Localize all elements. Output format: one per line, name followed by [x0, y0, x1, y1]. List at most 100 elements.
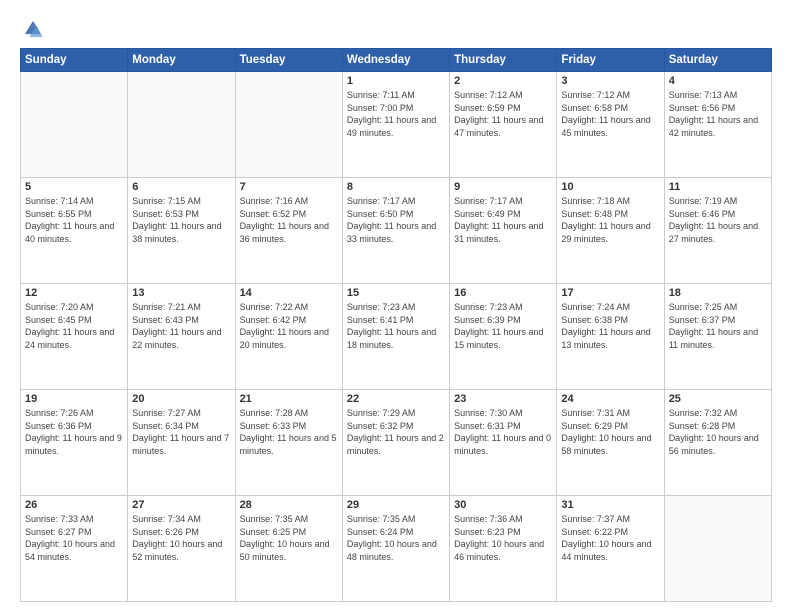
day-number: 8 [347, 181, 445, 193]
day-info: Sunrise: 7:34 AM Sunset: 6:26 PM Dayligh… [132, 513, 230, 563]
calendar-cell: 11 Sunrise: 7:19 AM Sunset: 6:46 PM Dayli… [664, 178, 771, 284]
calendar-cell: 4 Sunrise: 7:13 AM Sunset: 6:56 PM Daylig… [664, 72, 771, 178]
calendar-week-5: 26 Sunrise: 7:33 AM Sunset: 6:27 PM Dayli… [21, 496, 772, 602]
calendar-table: SundayMondayTuesdayWednesdayThursdayFrid… [20, 48, 772, 602]
day-number: 31 [561, 499, 659, 511]
day-number: 23 [454, 393, 552, 405]
day-number: 11 [669, 181, 767, 193]
day-number: 29 [347, 499, 445, 511]
day-number: 6 [132, 181, 230, 193]
day-header-friday: Friday [557, 49, 664, 72]
day-info: Sunrise: 7:32 AM Sunset: 6:28 PM Dayligh… [669, 407, 767, 457]
day-info: Sunrise: 7:33 AM Sunset: 6:27 PM Dayligh… [25, 513, 123, 563]
day-info: Sunrise: 7:17 AM Sunset: 6:49 PM Dayligh… [454, 195, 552, 245]
day-number: 12 [25, 287, 123, 299]
day-info: Sunrise: 7:20 AM Sunset: 6:45 PM Dayligh… [25, 301, 123, 351]
day-info: Sunrise: 7:25 AM Sunset: 6:37 PM Dayligh… [669, 301, 767, 351]
day-number: 26 [25, 499, 123, 511]
calendar-cell [235, 72, 342, 178]
day-info: Sunrise: 7:11 AM Sunset: 7:00 PM Dayligh… [347, 89, 445, 139]
day-number: 22 [347, 393, 445, 405]
day-info: Sunrise: 7:17 AM Sunset: 6:50 PM Dayligh… [347, 195, 445, 245]
calendar-cell: 30 Sunrise: 7:36 AM Sunset: 6:23 PM Dayli… [450, 496, 557, 602]
calendar-cell [128, 72, 235, 178]
day-number: 21 [240, 393, 338, 405]
calendar-cell [21, 72, 128, 178]
day-info: Sunrise: 7:19 AM Sunset: 6:46 PM Dayligh… [669, 195, 767, 245]
calendar-cell: 10 Sunrise: 7:18 AM Sunset: 6:48 PM Dayli… [557, 178, 664, 284]
calendar-week-1: 1 Sunrise: 7:11 AM Sunset: 7:00 PM Daylig… [21, 72, 772, 178]
calendar-cell [664, 496, 771, 602]
calendar-header-row: SundayMondayTuesdayWednesdayThursdayFrid… [21, 49, 772, 72]
calendar-cell: 13 Sunrise: 7:21 AM Sunset: 6:43 PM Dayli… [128, 284, 235, 390]
day-info: Sunrise: 7:35 AM Sunset: 6:25 PM Dayligh… [240, 513, 338, 563]
day-info: Sunrise: 7:27 AM Sunset: 6:34 PM Dayligh… [132, 407, 230, 457]
calendar-cell: 12 Sunrise: 7:20 AM Sunset: 6:45 PM Dayli… [21, 284, 128, 390]
calendar-cell: 25 Sunrise: 7:32 AM Sunset: 6:28 PM Dayli… [664, 390, 771, 496]
day-number: 28 [240, 499, 338, 511]
day-info: Sunrise: 7:23 AM Sunset: 6:41 PM Dayligh… [347, 301, 445, 351]
calendar-cell: 27 Sunrise: 7:34 AM Sunset: 6:26 PM Dayli… [128, 496, 235, 602]
day-number: 13 [132, 287, 230, 299]
calendar-cell: 28 Sunrise: 7:35 AM Sunset: 6:25 PM Dayli… [235, 496, 342, 602]
day-info: Sunrise: 7:37 AM Sunset: 6:22 PM Dayligh… [561, 513, 659, 563]
calendar-cell: 17 Sunrise: 7:24 AM Sunset: 6:38 PM Dayli… [557, 284, 664, 390]
day-number: 25 [669, 393, 767, 405]
day-header-sunday: Sunday [21, 49, 128, 72]
calendar-cell: 16 Sunrise: 7:23 AM Sunset: 6:39 PM Dayli… [450, 284, 557, 390]
day-info: Sunrise: 7:24 AM Sunset: 6:38 PM Dayligh… [561, 301, 659, 351]
day-header-thursday: Thursday [450, 49, 557, 72]
calendar-cell: 6 Sunrise: 7:15 AM Sunset: 6:53 PM Daylig… [128, 178, 235, 284]
day-info: Sunrise: 7:23 AM Sunset: 6:39 PM Dayligh… [454, 301, 552, 351]
calendar-cell: 2 Sunrise: 7:12 AM Sunset: 6:59 PM Daylig… [450, 72, 557, 178]
day-number: 16 [454, 287, 552, 299]
day-number: 9 [454, 181, 552, 193]
day-number: 10 [561, 181, 659, 193]
day-info: Sunrise: 7:30 AM Sunset: 6:31 PM Dayligh… [454, 407, 552, 457]
page: SundayMondayTuesdayWednesdayThursdayFrid… [0, 0, 792, 612]
day-info: Sunrise: 7:15 AM Sunset: 6:53 PM Dayligh… [132, 195, 230, 245]
logo [20, 18, 44, 40]
calendar-cell: 29 Sunrise: 7:35 AM Sunset: 6:24 PM Dayli… [342, 496, 449, 602]
calendar-week-4: 19Sunrise: 7:26 AM Sunset: 6:36 PM Dayli… [21, 390, 772, 496]
day-number: 27 [132, 499, 230, 511]
calendar-week-2: 5Sunrise: 7:14 AM Sunset: 6:55 PM Daylig… [21, 178, 772, 284]
day-number: 7 [240, 181, 338, 193]
day-number: 2 [454, 75, 552, 87]
calendar-cell: 8 Sunrise: 7:17 AM Sunset: 6:50 PM Daylig… [342, 178, 449, 284]
day-info: Sunrise: 7:36 AM Sunset: 6:23 PM Dayligh… [454, 513, 552, 563]
calendar-cell: 22Sunrise: 7:29 AM Sunset: 6:32 PM Dayli… [342, 390, 449, 496]
day-number: 17 [561, 287, 659, 299]
day-header-monday: Monday [128, 49, 235, 72]
day-info: Sunrise: 7:18 AM Sunset: 6:48 PM Dayligh… [561, 195, 659, 245]
calendar-cell: 24 Sunrise: 7:31 AM Sunset: 6:29 PM Dayli… [557, 390, 664, 496]
day-info: Sunrise: 7:13 AM Sunset: 6:56 PM Dayligh… [669, 89, 767, 139]
day-header-tuesday: Tuesday [235, 49, 342, 72]
calendar-cell: 31 Sunrise: 7:37 AM Sunset: 6:22 PM Dayli… [557, 496, 664, 602]
day-info: Sunrise: 7:12 AM Sunset: 6:59 PM Dayligh… [454, 89, 552, 139]
calendar-cell: 23 Sunrise: 7:30 AM Sunset: 6:31 PM Dayli… [450, 390, 557, 496]
day-number: 24 [561, 393, 659, 405]
day-number: 1 [347, 75, 445, 87]
day-info: Sunrise: 7:12 AM Sunset: 6:58 PM Dayligh… [561, 89, 659, 139]
day-info: Sunrise: 7:16 AM Sunset: 6:52 PM Dayligh… [240, 195, 338, 245]
day-number: 4 [669, 75, 767, 87]
day-info: Sunrise: 7:21 AM Sunset: 6:43 PM Dayligh… [132, 301, 230, 351]
day-number: 5 [25, 181, 123, 193]
calendar-cell: 20Sunrise: 7:27 AM Sunset: 6:34 PM Dayli… [128, 390, 235, 496]
day-info: Sunrise: 7:22 AM Sunset: 6:42 PM Dayligh… [240, 301, 338, 351]
calendar-week-3: 12 Sunrise: 7:20 AM Sunset: 6:45 PM Dayli… [21, 284, 772, 390]
calendar-cell: 9 Sunrise: 7:17 AM Sunset: 6:49 PM Daylig… [450, 178, 557, 284]
day-number: 14 [240, 287, 338, 299]
day-info: Sunrise: 7:31 AM Sunset: 6:29 PM Dayligh… [561, 407, 659, 457]
calendar-cell: 26 Sunrise: 7:33 AM Sunset: 6:27 PM Dayli… [21, 496, 128, 602]
day-number: 3 [561, 75, 659, 87]
calendar-cell: 7 Sunrise: 7:16 AM Sunset: 6:52 PM Daylig… [235, 178, 342, 284]
calendar-cell: 19Sunrise: 7:26 AM Sunset: 6:36 PM Dayli… [21, 390, 128, 496]
calendar-cell: 3 Sunrise: 7:12 AM Sunset: 6:58 PM Daylig… [557, 72, 664, 178]
day-number: 18 [669, 287, 767, 299]
day-info: Sunrise: 7:35 AM Sunset: 6:24 PM Dayligh… [347, 513, 445, 563]
calendar-cell: 18 Sunrise: 7:25 AM Sunset: 6:37 PM Dayli… [664, 284, 771, 390]
day-number: 30 [454, 499, 552, 511]
day-header-wednesday: Wednesday [342, 49, 449, 72]
